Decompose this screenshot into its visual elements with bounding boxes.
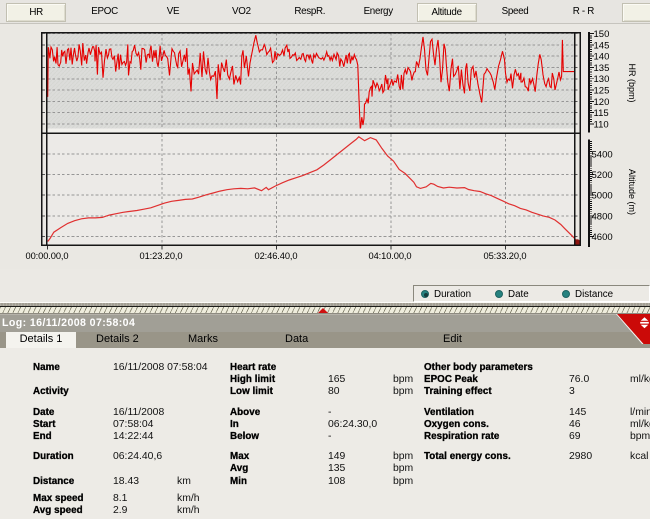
svg-text:4600: 4600 <box>592 232 613 243</box>
svg-text:5400: 5400 <box>592 149 613 160</box>
svg-text:120: 120 <box>594 97 610 108</box>
svg-text:125: 125 <box>594 86 610 97</box>
svg-text:02:46.40,0: 02:46.40,0 <box>255 251 298 261</box>
svg-text:Altitude (m): Altitude (m) <box>627 169 637 215</box>
svg-text:05:33.20,0: 05:33.20,0 <box>484 251 527 261</box>
svg-text:HR (bpm): HR (bpm) <box>627 63 637 102</box>
svg-text:145: 145 <box>594 40 610 51</box>
svg-text:115: 115 <box>594 108 609 119</box>
svg-text:140: 140 <box>594 52 610 63</box>
svg-text:135: 135 <box>594 63 610 74</box>
svg-text:4800: 4800 <box>592 211 613 222</box>
svg-text:04:10.00,0: 04:10.00,0 <box>369 251 412 261</box>
svg-text:5200: 5200 <box>592 170 613 181</box>
svg-text:150: 150 <box>594 29 610 40</box>
svg-text:110: 110 <box>594 119 609 130</box>
svg-text:130: 130 <box>594 74 610 85</box>
svg-text:5000: 5000 <box>592 191 613 202</box>
svg-text:00:00.00,0: 00:00.00,0 <box>26 251 69 261</box>
svg-text:01:23.20,0: 01:23.20,0 <box>140 251 183 261</box>
